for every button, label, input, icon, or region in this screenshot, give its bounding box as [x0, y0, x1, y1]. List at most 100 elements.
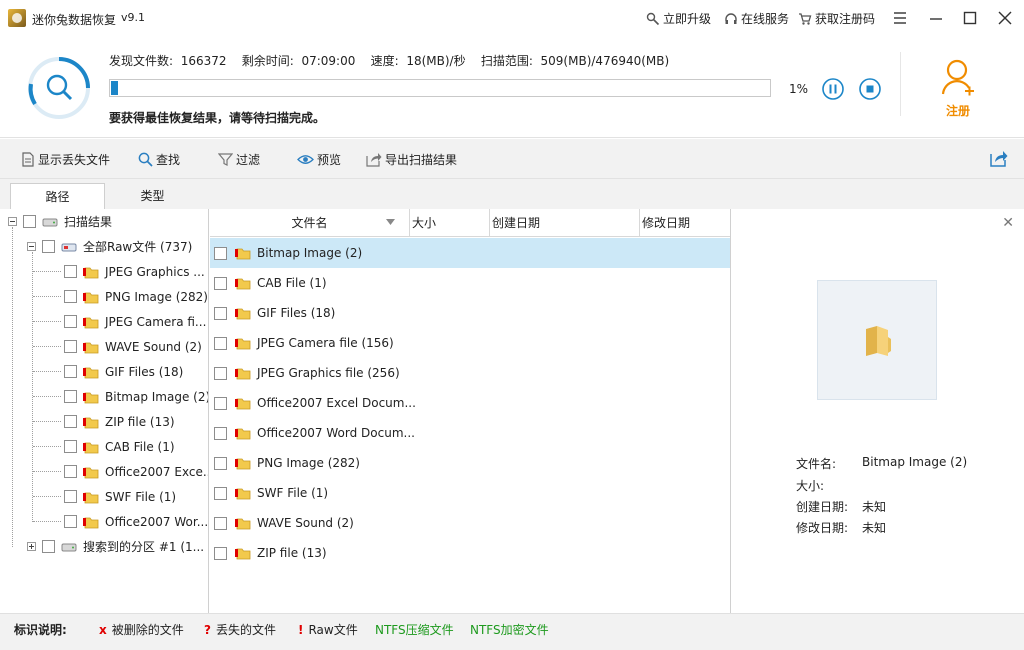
row-name: Office2007 Excel Docum... — [257, 396, 416, 410]
row-checkbox[interactable] — [214, 366, 227, 380]
preview-button[interactable]: 预览 — [297, 151, 341, 168]
tab-type[interactable]: 类型 — [105, 183, 200, 209]
tree-item[interactable]: Bitmap Image (2) — [64, 384, 209, 409]
preview-label: 预览 — [317, 153, 342, 167]
table-row[interactable]: PNG Image (282) — [210, 448, 730, 478]
column-name[interactable]: 文件名 — [210, 209, 410, 237]
tree-item[interactable]: Office2007 Exce... — [64, 459, 208, 484]
tree-item[interactable]: CAB File (1) — [64, 434, 175, 459]
tree-item-checkbox[interactable] — [64, 415, 77, 428]
tree-item-checkbox[interactable] — [64, 315, 77, 328]
share-icon[interactable] — [990, 150, 1008, 167]
get-code-link[interactable]: 获取注册码 — [798, 10, 875, 27]
row-checkbox[interactable] — [214, 516, 227, 530]
pause-button[interactable] — [822, 78, 844, 100]
row-checkbox[interactable] — [214, 276, 227, 290]
tree-item-checkbox[interactable] — [64, 365, 77, 378]
tree-item-label: WAVE Sound (2) — [105, 339, 202, 354]
table-row[interactable]: Office2007 Word Docum... — [210, 418, 730, 448]
row-checkbox[interactable] — [214, 336, 227, 350]
raw-mark-icon: ! — [298, 623, 304, 637]
table-row[interactable]: JPEG Camera file (156) — [210, 328, 730, 358]
stop-button[interactable] — [859, 78, 881, 100]
tree-raw-files[interactable]: 全部Raw文件 (737) — [27, 234, 192, 259]
raw-drive-icon — [61, 243, 77, 251]
tree-item[interactable]: JPEG Graphics ... — [64, 259, 205, 284]
speed-label: 速度: — [370, 54, 399, 68]
tree-item-checkbox[interactable] — [64, 290, 77, 303]
close-preview-icon[interactable]: ✕ — [1002, 215, 1014, 231]
row-name: Office2007 Word Docum... — [257, 426, 415, 440]
online-service-link[interactable]: 在线服务 — [724, 10, 789, 27]
expand-toggle[interactable] — [27, 542, 36, 551]
tree-item-checkbox[interactable] — [64, 465, 77, 478]
tree-raw-checkbox[interactable] — [42, 240, 55, 253]
row-checkbox[interactable] — [214, 426, 227, 440]
minimize-icon[interactable] — [926, 8, 946, 28]
tree-item-label: Bitmap Image (2) — [105, 389, 209, 404]
table-row[interactable]: SWF File (1) — [210, 478, 730, 508]
tree-item[interactable]: PNG Image (282) — [64, 284, 208, 309]
found-value: 166372 — [180, 54, 227, 68]
table-row[interactable]: Bitmap Image (2) — [210, 238, 730, 268]
tree-item-checkbox[interactable] — [64, 265, 77, 278]
tree-partition[interactable]: 搜索到的分区 #1 (1... — [27, 534, 204, 559]
tree-item-checkbox[interactable] — [64, 515, 77, 528]
tree-item[interactable]: GIF Files (18) — [64, 359, 183, 384]
export-results-button[interactable]: 导出扫描结果 — [366, 151, 457, 168]
row-name: GIF Files (18) — [257, 306, 336, 320]
raw-folder-icon — [235, 488, 251, 500]
tree-root[interactable]: 扫描结果 — [8, 209, 112, 234]
raw-folder-icon — [235, 518, 251, 530]
app-title: 迷你兔数据恢复 — [32, 13, 117, 27]
tree-item[interactable]: WAVE Sound (2) — [64, 334, 202, 359]
table-row[interactable]: CAB File (1) — [210, 268, 730, 298]
tree-item[interactable]: SWF File (1) — [64, 484, 176, 509]
upgrade-link[interactable]: 立即升级 — [646, 10, 711, 27]
tree-item[interactable]: ZIP file (13) — [64, 409, 175, 434]
row-checkbox[interactable] — [214, 456, 227, 470]
show-lost-files-button[interactable]: 显示丢失文件 — [21, 151, 110, 168]
table-row[interactable]: ZIP file (13) — [210, 538, 730, 568]
row-name: PNG Image (282) — [257, 456, 360, 470]
key-icon — [646, 12, 660, 25]
tree-item-checkbox[interactable] — [64, 440, 77, 453]
collapse-toggle[interactable] — [27, 242, 36, 251]
view-tabs: 路径 类型 — [0, 179, 1024, 209]
found-label: 发现文件数: — [109, 54, 174, 68]
table-row[interactable]: JPEG Graphics file (256) — [210, 358, 730, 388]
register-button[interactable]: 注册 — [930, 56, 986, 120]
tree-root-checkbox[interactable] — [23, 215, 36, 228]
menu-icon[interactable] — [890, 8, 910, 28]
tree-item-label: ZIP file (13) — [105, 414, 175, 429]
column-size[interactable]: 大小 — [410, 209, 490, 237]
prop-created-value: 未知 — [862, 500, 887, 514]
tree-item[interactable]: JPEG Camera fi... — [64, 309, 206, 334]
table-row[interactable]: GIF Files (18) — [210, 298, 730, 328]
column-modified[interactable]: 修改日期 — [640, 209, 730, 237]
tree-item[interactable]: Office2007 Wor... — [64, 509, 208, 534]
raw-folder-icon — [235, 248, 251, 260]
collapse-toggle[interactable] — [8, 217, 17, 226]
maximize-icon[interactable] — [960, 8, 980, 28]
preview-thumbnail — [817, 280, 937, 400]
row-name: ZIP file (13) — [257, 546, 327, 560]
row-checkbox[interactable] — [214, 396, 227, 410]
row-checkbox[interactable] — [214, 546, 227, 560]
table-row[interactable]: Office2007 Excel Docum... — [210, 388, 730, 418]
export-icon — [366, 153, 382, 167]
find-button[interactable]: 查找 — [138, 151, 180, 168]
tree-item-checkbox[interactable] — [64, 490, 77, 503]
tab-path[interactable]: 路径 — [10, 183, 105, 209]
row-checkbox[interactable] — [214, 306, 227, 320]
tree-partition-checkbox[interactable] — [42, 540, 55, 553]
table-row[interactable]: WAVE Sound (2) — [210, 508, 730, 538]
column-created[interactable]: 创建日期 — [490, 209, 640, 237]
tree-item-checkbox[interactable] — [64, 340, 77, 353]
close-icon[interactable] — [995, 8, 1015, 28]
tree-item-checkbox[interactable] — [64, 390, 77, 403]
tree-item-label: CAB File (1) — [105, 439, 175, 454]
row-checkbox[interactable] — [214, 486, 227, 500]
row-checkbox[interactable] — [214, 246, 227, 260]
filter-button[interactable]: 过滤 — [218, 151, 260, 168]
